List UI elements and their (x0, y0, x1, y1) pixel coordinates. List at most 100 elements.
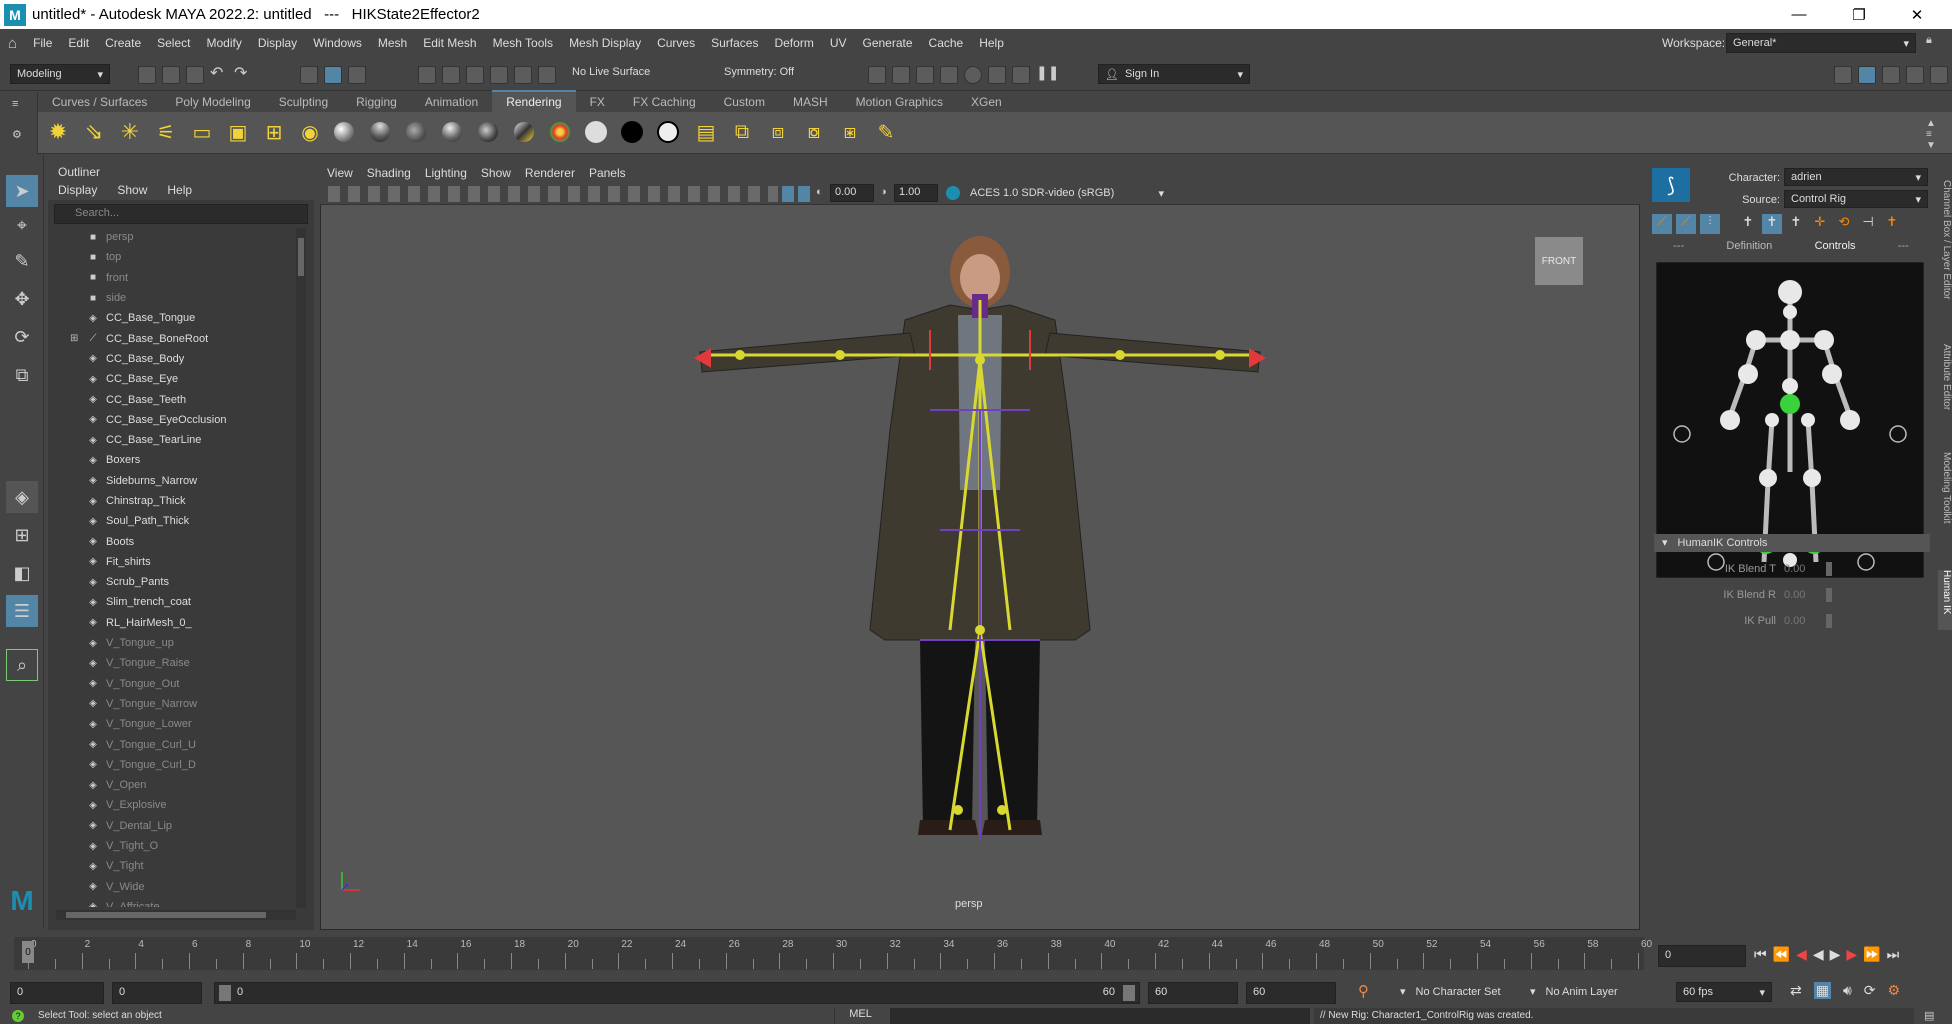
fps-dropdown[interactable]: 60 fps ▾ (1676, 982, 1772, 1002)
snap-surface-icon[interactable] (514, 66, 532, 84)
menu-deform[interactable]: Deform (766, 36, 821, 50)
menu-generate[interactable]: Generate (854, 36, 920, 50)
shelf-tab-fx[interactable]: FX (576, 92, 619, 112)
outliner-item[interactable]: ■ top (48, 247, 298, 267)
pin-translation-icon[interactable]: ✝ (1762, 214, 1782, 234)
shelf-tab-motion-graphics[interactable]: Motion Graphics (842, 92, 957, 112)
menu-surfaces[interactable]: Surfaces (703, 36, 766, 50)
toggle-toolsettings-icon[interactable] (1906, 66, 1924, 84)
select-object-icon[interactable] (324, 66, 342, 84)
camera-aim-icon[interactable]: ◉ (296, 118, 324, 146)
select-tool-icon[interactable]: ➤ (6, 175, 38, 207)
black-shader-icon[interactable] (618, 118, 646, 146)
render-frame-icon[interactable] (892, 66, 910, 84)
script-editor-icon[interactable]: ▤ (1924, 1009, 1934, 1022)
menu-select[interactable]: Select (149, 36, 198, 50)
humanik-controls-header[interactable]: ▾ HumanIK Controls (1654, 534, 1930, 552)
menu-curves[interactable]: Curves (649, 36, 703, 50)
toggle-modeling-toolkit-icon[interactable] (1930, 66, 1948, 84)
paint-select-tool-icon[interactable]: ✎ (6, 245, 38, 277)
outliner-item[interactable]: ◈ CC_Base_Tongue (48, 308, 298, 328)
colorspace-dropdown[interactable]: ACES 1.0 SDR-video (sRGB) ▾ (964, 184, 1170, 202)
menu-cache[interactable]: Cache (921, 36, 972, 50)
menu-edit-mesh[interactable]: Edit Mesh (415, 36, 484, 50)
persp-outliner-icon[interactable]: ◧ (6, 557, 38, 589)
playback-end-field[interactable]: 60 (1148, 982, 1238, 1004)
outliner-item[interactable]: ◈ V_Tongue_Curl_D (48, 755, 298, 775)
viewport-toolbar-icons[interactable] (328, 186, 778, 202)
render-view-shelf-icon[interactable]: ▤ (692, 118, 720, 146)
outliner-item[interactable]: ■ front (48, 268, 298, 288)
ik-blend-r-slider[interactable] (1826, 588, 1832, 602)
xray-icon[interactable] (798, 186, 810, 202)
sound-icon[interactable]: 🔊︎ (1843, 982, 1852, 999)
menu-uv[interactable]: UV (822, 36, 855, 50)
outliner-item[interactable]: ◈ Soul_Path_Thick (48, 511, 298, 531)
outliner-item[interactable]: ◈ V_Tight_O (48, 836, 298, 856)
ik-blend-t-value[interactable]: 0.00 (1784, 563, 1826, 575)
viewport-menu-lighting[interactable]: Lighting (418, 166, 474, 180)
key-all-icon[interactable]: ✝ (1882, 214, 1902, 234)
ambient-light-icon[interactable]: ✹ (44, 118, 72, 146)
outliner-item[interactable]: ◈ Fit_shirts (48, 552, 298, 572)
cache-playback-icon[interactable]: ▦ (1813, 982, 1831, 999)
outliner-search-input[interactable]: Search... (54, 204, 308, 224)
undo-icon[interactable]: ↶ (210, 63, 223, 83)
white-shader-icon[interactable] (582, 118, 610, 146)
snap-edge-icon[interactable] (538, 66, 556, 84)
outliner-item[interactable]: ◈ V_Tongue_Out (48, 674, 298, 694)
side-tab-modeling-toolkit[interactable]: Modeling Toolkit (1938, 452, 1952, 542)
sign-in-dropdown[interactable]: 👤︎ Sign In ▾ (1098, 64, 1250, 84)
shelf-tab-rendering[interactable]: Rendering (492, 90, 576, 112)
wireframe-shaded-icon[interactable] (782, 186, 794, 202)
spot-light-icon[interactable]: ⚟ (152, 118, 180, 146)
shelf-menu-icon[interactable]: ≡ (12, 98, 18, 110)
camera-light-icon[interactable]: ⊞ (260, 118, 288, 146)
character-picker[interactable] (1656, 262, 1924, 578)
loop-icon[interactable]: ⇄ (1790, 982, 1802, 999)
close-button[interactable]: ✕ (1894, 0, 1940, 29)
select-hierarchy-icon[interactable] (300, 66, 318, 84)
outliner-item[interactable]: ◈ V_Tongue_Narrow (48, 694, 298, 714)
select-component-icon[interactable] (348, 66, 366, 84)
snap-point-icon[interactable] (466, 66, 484, 84)
outliner-item[interactable]: ◈ V_Tongue_Curl_U (48, 734, 298, 754)
shelf-tab-rigging[interactable]: Rigging (342, 92, 411, 112)
humanik-logo-icon[interactable]: ⟆ (1652, 168, 1690, 202)
outliner-item[interactable]: ◈ Slim_trench_coat (48, 592, 298, 612)
time-slider[interactable]: 0246810121416182022242628303234363840424… (14, 937, 1652, 970)
release-pin-icon[interactable]: ⊣ (1858, 214, 1878, 234)
character-rig[interactable] (680, 230, 1280, 840)
render-setup-icon[interactable] (988, 66, 1006, 84)
rotate-tool-icon[interactable]: ⟳ (6, 321, 38, 353)
workspace-dropdown[interactable]: General* ▾ (1726, 33, 1916, 53)
menu-windows[interactable]: Windows (305, 36, 370, 50)
hik-tab-right[interactable]: --- (1898, 240, 1909, 258)
outliner-item[interactable]: ◈ V_Tongue_Lower (48, 714, 298, 734)
silver-shader-icon[interactable] (654, 118, 682, 146)
menu-mesh-tools[interactable]: Mesh Tools (485, 36, 561, 50)
outliner-item[interactable]: ◈ Chinstrap_Thick (48, 491, 298, 511)
menu-help[interactable]: Help (971, 36, 1012, 50)
outliner-item[interactable]: ◈ V_Explosive (48, 795, 298, 815)
lambert-shader-icon[interactable] (366, 118, 394, 146)
shelf-tab-custom[interactable]: Custom (710, 92, 779, 112)
outliner-item[interactable]: ■ side (48, 288, 298, 308)
scene-start-field[interactable]: 0 (10, 982, 104, 1004)
snap-view-icon[interactable] (490, 66, 508, 84)
menu-modify[interactable]: Modify (198, 36, 249, 50)
anim-layer-dropdown[interactable]: ▾ No Anim Layer (1530, 985, 1618, 998)
render-view-icon[interactable] (868, 66, 886, 84)
stance-pose-icon[interactable]: ✝ (1738, 214, 1758, 234)
character-dropdown[interactable]: adrien ▾ (1784, 168, 1928, 186)
point-light-icon[interactable]: ✳ (116, 118, 144, 146)
hik-tab-controls[interactable]: Controls (1815, 240, 1856, 258)
source-dropdown[interactable]: Control Rig ▾ (1784, 190, 1928, 208)
open-scene-icon[interactable] (162, 66, 180, 84)
toggle-attribute-icon[interactable] (1882, 66, 1900, 84)
shelf-tab-animation[interactable]: Animation (411, 92, 492, 112)
lasso-tool-icon[interactable]: ⌖ (6, 209, 38, 241)
range-slider[interactable]: 0 60 (214, 982, 1140, 1004)
shelf-tab-poly-modeling[interactable]: Poly Modeling (161, 92, 264, 112)
pin-rotation-icon[interactable]: ✝ (1786, 214, 1806, 234)
